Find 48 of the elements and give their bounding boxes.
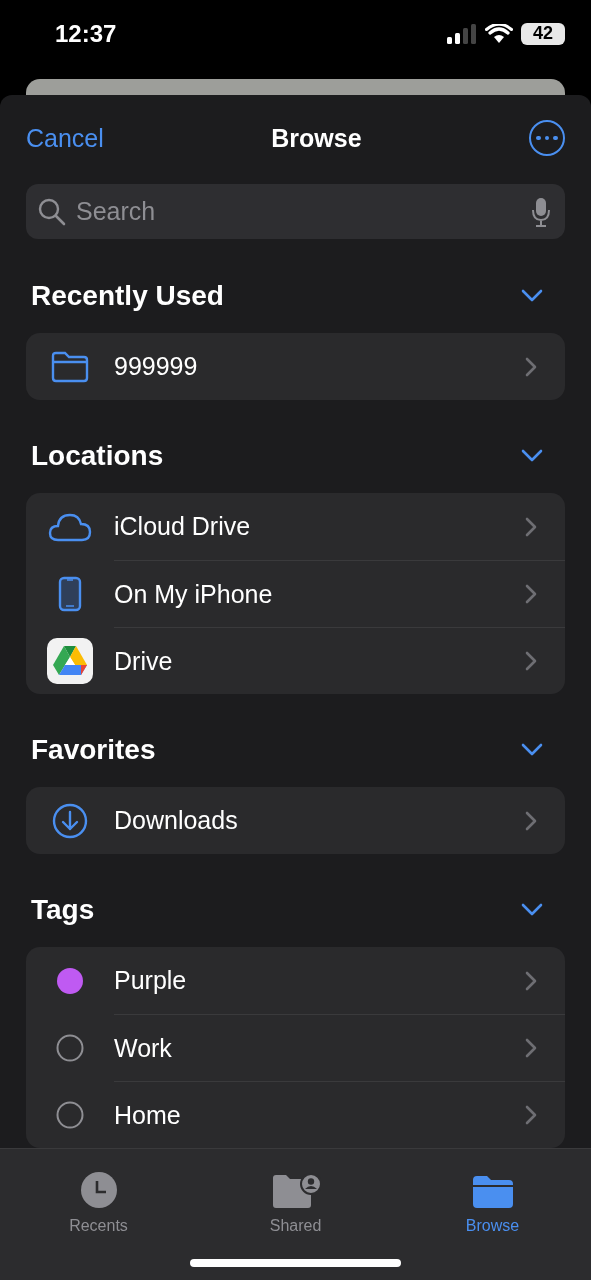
chevron-right-icon <box>525 516 537 537</box>
list-item-label[interactable]: Purple <box>114 966 187 995</box>
chevron-down-icon[interactable] <box>521 449 543 463</box>
list-item-label[interactable]: Drive <box>114 646 173 676</box>
tab[interactable]: Shared <box>197 1159 394 1235</box>
section-title: Favorites <box>31 734 156 766</box>
chevron-right-icon <box>525 584 537 604</box>
more-icon[interactable] <box>529 120 565 156</box>
list-item-label[interactable]: iCloud Drive <box>114 512 251 541</box>
chevron-right-icon <box>525 651 537 671</box>
section-title: Tags <box>31 894 95 926</box>
folder-icon <box>50 350 90 383</box>
status-time: 12:37 <box>55 19 117 48</box>
tab[interactable]: Recents <box>0 1159 197 1235</box>
chevron-down-icon[interactable] <box>521 743 543 757</box>
list-item-label[interactable]: Home <box>114 1100 181 1130</box>
tag-circle-icon <box>56 1033 84 1062</box>
microphone-icon[interactable] <box>531 196 551 227</box>
drive-app-icon <box>47 637 93 684</box>
sheet-title: Browse <box>271 123 362 153</box>
cloud-icon <box>48 511 92 542</box>
tag-circle-icon <box>56 1100 84 1129</box>
shared-folder-icon <box>270 1173 321 1209</box>
chevron-right-icon <box>525 970 537 991</box>
list-item-label[interactable]: On My iPhone <box>114 579 273 609</box>
search-field[interactable]: Search <box>76 197 521 226</box>
download-icon <box>52 802 88 839</box>
section-title: Recently Used <box>31 280 224 312</box>
chevron-right-icon <box>525 1038 537 1058</box>
clock-icon <box>79 1171 118 1209</box>
wifi-icon <box>485 23 513 44</box>
chevron-right-icon <box>525 810 537 831</box>
battery-indicator: 42 <box>521 22 565 45</box>
chevron-right-icon <box>525 1105 537 1125</box>
phone-icon <box>58 575 82 612</box>
list-item-label[interactable]: Downloads <box>114 806 238 835</box>
search-icon <box>38 197 66 226</box>
tab[interactable]: Browse <box>394 1159 591 1235</box>
cancel-button[interactable]: Cancel <box>26 123 104 153</box>
chevron-right-icon <box>525 356 537 377</box>
signal-icon <box>447 23 477 44</box>
folder-icon <box>471 1175 514 1209</box>
section-title: Locations <box>31 440 164 472</box>
list-item-label[interactable]: 999999 <box>114 352 198 381</box>
chevron-down-icon[interactable] <box>521 903 543 917</box>
list-item-label[interactable]: Work <box>114 1033 172 1063</box>
chevron-down-icon[interactable] <box>521 289 543 303</box>
search-bar[interactable]: Search <box>26 184 565 239</box>
